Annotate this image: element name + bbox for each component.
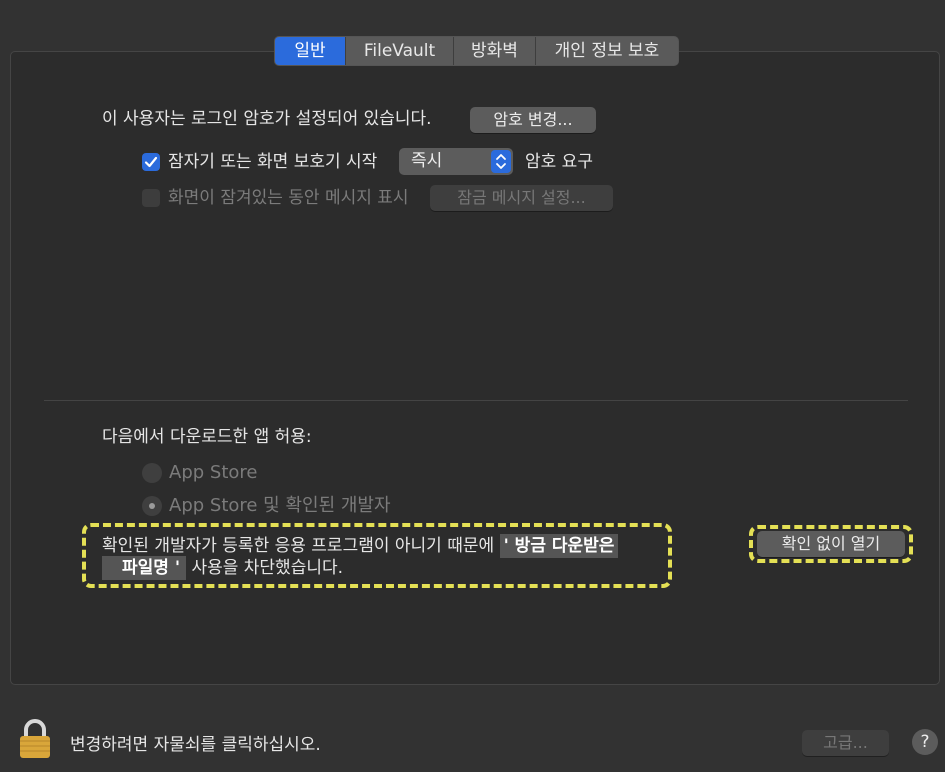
blocked-file-name-part2: 파일명 ' bbox=[102, 556, 187, 580]
downloads-heading: 다음에서 다운로드한 앱 허용: bbox=[102, 427, 312, 447]
help-button[interactable]: ? bbox=[912, 729, 938, 755]
radio-app-store-identified[interactable] bbox=[142, 496, 162, 516]
radio-selected-dot bbox=[149, 503, 155, 509]
tab-general[interactable]: 일반 bbox=[275, 37, 345, 65]
blocked-message-suffix: 사용을 차단했습니다. bbox=[191, 558, 344, 578]
blocked-message-line1: 확인된 개발자가 등록한 응용 프로그램이 아니기 때문에 ' 방금 다운받은 bbox=[102, 534, 619, 558]
tab-firewall[interactable]: 방화벽 bbox=[453, 37, 535, 65]
radio-app-store-identified-label: App Store 및 확인된 개발자 bbox=[169, 495, 391, 516]
lock-hint-text: 변경하려면 자물쇠를 클릭하십시오. bbox=[70, 735, 321, 755]
blocked-message-line2: 파일명 ' 사용을 차단했습니다. bbox=[102, 556, 343, 580]
lock-message-checkbox[interactable] bbox=[142, 189, 160, 207]
advanced-button[interactable]: 고급... bbox=[802, 730, 889, 756]
require-password-label: 잠자기 또는 화면 보호기 시작 bbox=[168, 152, 378, 172]
tab-privacy[interactable]: 개인 정보 보호 bbox=[535, 37, 678, 65]
set-lock-message-button[interactable]: 잠금 메시지 설정... bbox=[430, 185, 613, 211]
settings-panel bbox=[10, 51, 940, 685]
require-password-delay-select[interactable]: 즉시 bbox=[399, 148, 513, 175]
blocked-file-name-part1: ' 방금 다운받은 bbox=[499, 534, 619, 558]
change-password-button[interactable]: 암호 변경... bbox=[470, 107, 596, 133]
radio-app-store[interactable] bbox=[142, 463, 162, 483]
blocked-message-text: 확인된 개발자가 등록한 응용 프로그램이 아니기 때문에 bbox=[102, 536, 495, 556]
require-password-checkbox[interactable] bbox=[142, 153, 160, 171]
open-anyway-button[interactable]: 확인 없이 열기 bbox=[757, 531, 905, 557]
lock-message-label: 화면이 잠겨있는 동안 메시지 표시 bbox=[168, 188, 409, 208]
password-status-text: 이 사용자는 로그인 암호가 설정되어 있습니다. bbox=[102, 109, 432, 129]
select-arrows-icon bbox=[491, 150, 511, 173]
tab-filevault[interactable]: FileVault bbox=[345, 37, 453, 65]
section-divider bbox=[44, 400, 908, 401]
require-password-suffix: 암호 요구 bbox=[525, 152, 593, 172]
tab-bar: 일반 FileVault 방화벽 개인 정보 보호 bbox=[274, 36, 679, 66]
lock-icon[interactable] bbox=[18, 719, 52, 764]
select-value: 즉시 bbox=[411, 151, 443, 171]
radio-app-store-label: App Store bbox=[169, 462, 258, 483]
checkmark-icon bbox=[144, 156, 158, 168]
